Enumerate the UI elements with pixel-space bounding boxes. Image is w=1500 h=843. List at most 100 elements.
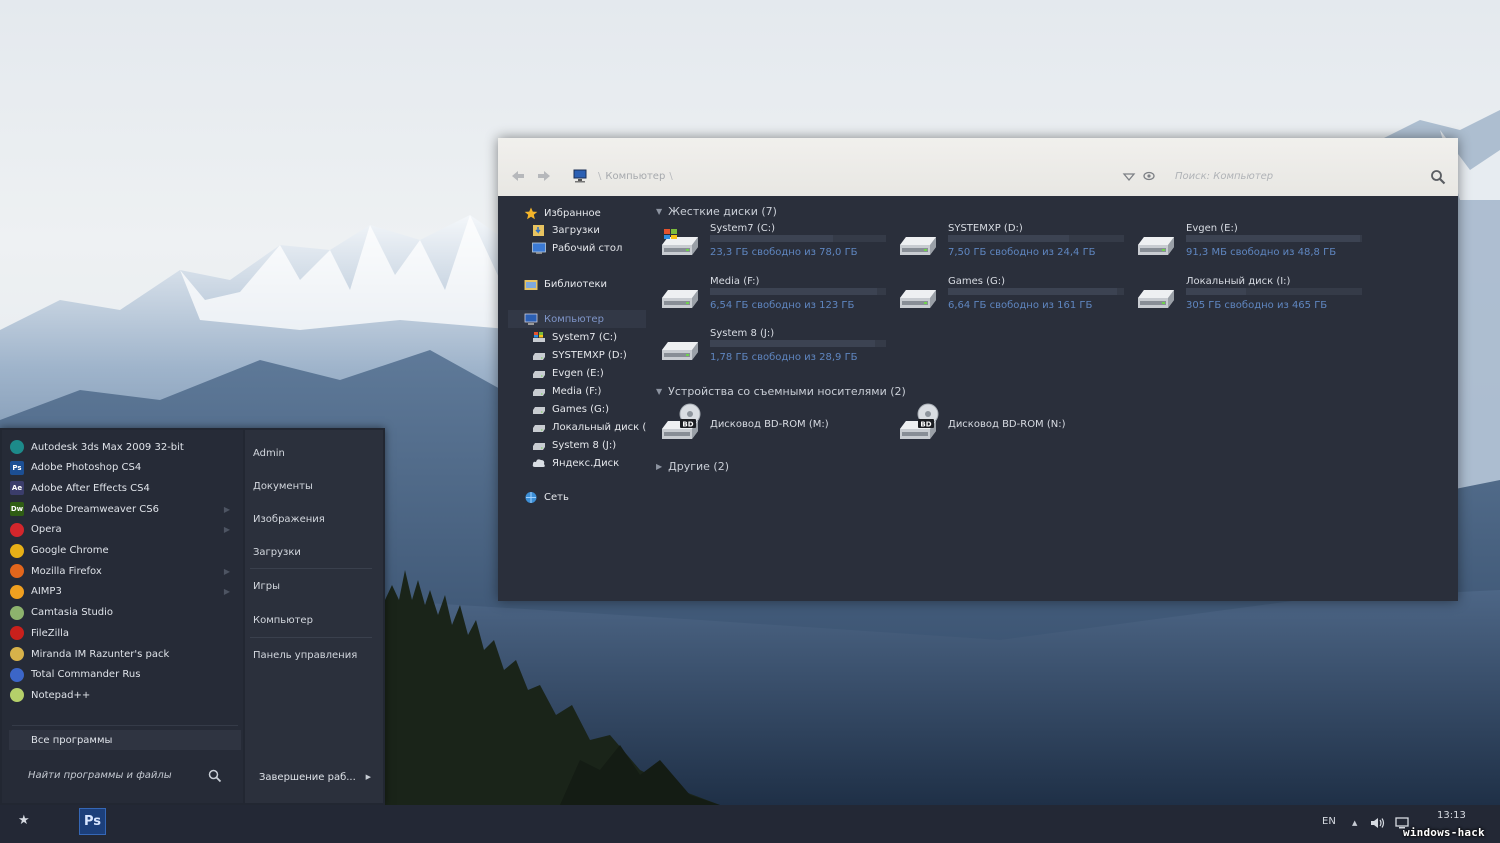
nav-item-drive[interactable]: System 8 (J:) <box>532 437 616 453</box>
divider <box>250 637 372 638</box>
app-label: Google Chrome <box>31 545 109 556</box>
app-icon: Dw <box>10 502 24 517</box>
nav-item-desktop[interactable]: Рабочий стол <box>532 240 622 256</box>
hard-drive-icon <box>532 331 546 344</box>
volume-icon[interactable] <box>1370 816 1386 830</box>
start-menu-app-item[interactable]: Miranda IM Razunter's pack <box>10 645 236 663</box>
collapse-triangle-icon[interactable]: ▼ <box>656 387 662 396</box>
start-menu-link[interactable]: Панель управления <box>253 650 357 661</box>
collapse-triangle-icon[interactable]: ▼ <box>656 207 662 216</box>
optical-drive-tile[interactable]: BD Дисковод BD-ROM (N:) <box>896 403 1126 447</box>
start-menu-app-item[interactable]: FileZilla <box>10 624 236 642</box>
app-icon <box>10 584 24 599</box>
drive-tile[interactable]: Games (G:) 6,64 ГБ свободно из 161 ГБ <box>896 276 1126 320</box>
group-header-label: Другие (2) <box>668 460 730 473</box>
start-menu-app-item[interactable]: Notepad++ <box>10 686 236 704</box>
hard-drive-icon <box>532 367 546 380</box>
start-menu-app-item[interactable]: Google Chrome <box>10 542 236 560</box>
nav-item-drive[interactable]: System7 (C:) <box>532 329 617 345</box>
app-label: Adobe After Effects CS4 <box>31 482 150 494</box>
drive-tile[interactable]: SYSTEMXP (D:) 7,50 ГБ свободно из 24,4 ГБ <box>896 223 1126 267</box>
start-menu-link[interactable]: Компьютер <box>253 615 313 626</box>
submenu-arrow-icon[interactable]: ▶ <box>224 587 230 596</box>
start-menu-app-item[interactable]: Ps Adobe Photoshop CS4 <box>10 459 236 477</box>
explorer-window: \ Компьютер \ Поиск: Компьютер Избранное З… <box>498 138 1458 601</box>
start-menu-app-item[interactable]: Dw Adobe Dreamweaver CS6 ▶ <box>10 500 236 518</box>
drive-name: Дисковод BD-ROM (N:) <box>948 419 1066 430</box>
arrow-right-icon[interactable]: ▶ <box>366 773 371 781</box>
start-menu-link[interactable]: Admin <box>253 448 285 459</box>
nav-item-drive[interactable]: Локальный диск (I:) <box>532 419 646 435</box>
drive-usage-fill <box>710 235 834 242</box>
start-menu-app-item[interactable]: Mozilla Firefox ▶ <box>10 562 236 580</box>
clock[interactable]: 13:13 <box>1437 810 1466 821</box>
nav-item-favorites[interactable]: Избранное <box>524 205 601 221</box>
downloads-folder-icon <box>532 224 546 237</box>
tray-expand-icon[interactable]: ▲ <box>1352 819 1357 827</box>
bd-rom-drive-icon: BD <box>896 403 940 445</box>
search-input[interactable]: Поиск: Компьютер <box>1175 171 1273 182</box>
address-bar[interactable]: \ Компьютер \ <box>594 171 677 182</box>
nav-label: Избранное <box>544 207 601 219</box>
refresh-icon[interactable] <box>1142 170 1156 182</box>
group-header-removable[interactable]: ▼ Устройства со съемными носителями (2) <box>656 385 906 398</box>
start-menu-app-item[interactable]: Autodesk 3ds Max 2009 32-bit <box>10 438 236 456</box>
optical-drive-tile[interactable]: BD Дисковод BD-ROM (M:) <box>658 403 888 447</box>
hard-drive-icon <box>532 385 546 398</box>
start-search-input[interactable]: Найти программы и файлы <box>28 770 172 781</box>
computer-icon <box>572 169 588 183</box>
drive-tile[interactable]: Локальный диск (I:) 305 ГБ свободно из 46… <box>1134 276 1364 320</box>
address-location[interactable]: Компьютер <box>605 171 665 182</box>
nav-item-drive[interactable]: Яндекс.Диск <box>532 455 619 471</box>
group-header-hard-drives[interactable]: ▼ Жесткие диски (7) <box>656 205 777 218</box>
back-arrow-icon <box>512 171 524 181</box>
hard-drive-icon <box>896 227 940 261</box>
start-menu-app-item[interactable]: AIMP3 ▶ <box>10 583 236 601</box>
language-indicator[interactable]: EN <box>1322 816 1336 827</box>
nav-item-drive[interactable]: Games (G:) <box>532 401 609 417</box>
start-button-star-icon[interactable]: ★ <box>18 813 30 828</box>
expand-triangle-icon[interactable]: ▶ <box>656 462 662 471</box>
drive-tile[interactable]: System 8 (J:) 1,78 ГБ свободно из 28,9 ГБ <box>658 328 888 372</box>
nav-label: Локальный диск (I:) <box>552 421 646 433</box>
search-icon[interactable] <box>1430 169 1446 185</box>
nav-item-computer[interactable]: Компьютер <box>524 311 604 327</box>
svg-text:BD: BD <box>682 421 693 429</box>
drive-name: SYSTEMXP (D:) <box>948 223 1023 234</box>
all-programs-button[interactable]: Все программы <box>9 730 241 750</box>
start-menu-link[interactable]: Игры <box>253 581 280 592</box>
drive-free-space: 23,3 ГБ свободно из 78,0 ГБ <box>710 247 858 258</box>
submenu-arrow-icon[interactable]: ▶ <box>224 525 230 534</box>
nav-item-libraries[interactable]: Библиотеки <box>524 276 607 292</box>
start-menu-link[interactable]: Загрузки <box>253 547 301 558</box>
drive-name: System 8 (J:) <box>710 328 775 339</box>
nav-item-downloads[interactable]: Загрузки <box>532 222 600 238</box>
nav-item-drive[interactable]: Evgen (E:) <box>532 365 604 381</box>
start-menu-app-item[interactable]: Ae Adobe After Effects CS4 <box>10 479 236 497</box>
submenu-arrow-icon[interactable]: ▶ <box>224 567 230 576</box>
drive-tile[interactable]: System7 (C:) 23,3 ГБ свободно из 78,0 ГБ <box>658 223 888 267</box>
taskbar-photoshop-button[interactable]: Ps <box>79 808 106 835</box>
search-icon[interactable] <box>208 769 222 783</box>
shutdown-label: Завершение раб... <box>259 771 356 783</box>
start-menu-app-item[interactable]: Opera ▶ <box>10 521 236 539</box>
nav-item-drive[interactable]: SYSTEMXP (D:) <box>532 347 627 363</box>
submenu-arrow-icon[interactable]: ▶ <box>224 505 230 514</box>
nav-item-drive[interactable]: Media (F:) <box>532 383 601 399</box>
start-menu-link[interactable]: Изображения <box>253 514 325 525</box>
shutdown-button[interactable]: Завершение раб... ▶ <box>245 766 383 788</box>
drive-usage-bar <box>1186 288 1362 295</box>
start-menu-app-item[interactable]: Camtasia Studio <box>10 604 236 622</box>
navigation-pane: Избранное Загрузки Рабочий стол Библиоте… <box>498 196 648 601</box>
drive-tile[interactable]: Media (F:) 6,54 ГБ свободно из 123 ГБ <box>658 276 888 320</box>
group-header-other[interactable]: ▶ Другие (2) <box>656 460 729 473</box>
start-menu-link[interactable]: Документы <box>253 481 313 492</box>
start-menu-app-item[interactable]: Total Commander Rus <box>10 666 236 684</box>
address-dropdown-icon[interactable] <box>1122 172 1136 182</box>
back-button[interactable] <box>510 168 526 184</box>
desktop-icon <box>532 242 546 255</box>
drive-tile[interactable]: Evgen (E:) 91,3 МБ свободно из 48,8 ГБ <box>1134 223 1364 267</box>
nav-item-network[interactable]: Сеть <box>524 489 569 505</box>
drive-free-space: 1,78 ГБ свободно из 28,9 ГБ <box>710 352 858 363</box>
forward-button[interactable] <box>536 168 552 184</box>
